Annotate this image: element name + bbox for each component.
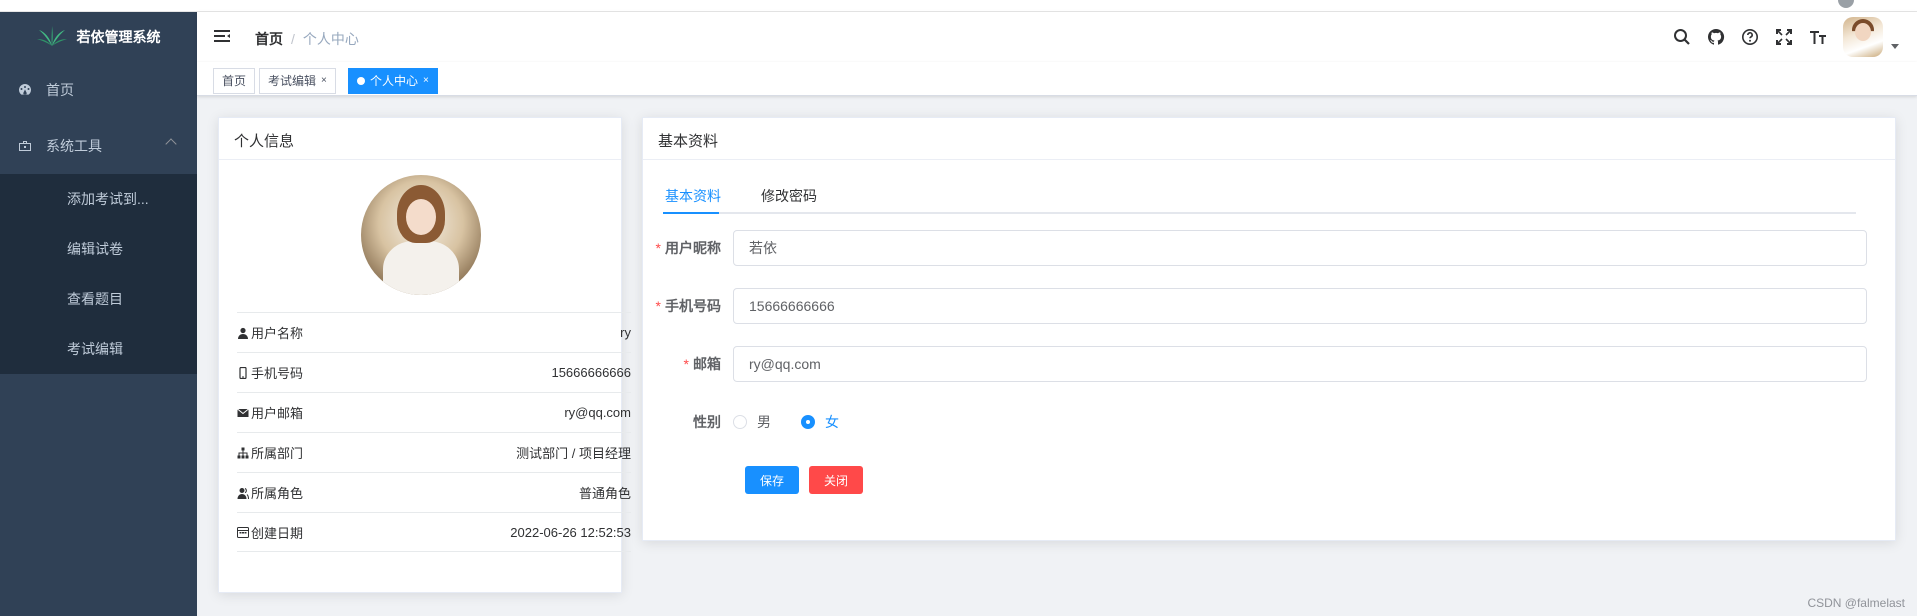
navbar: 首页 / 个人中心 [197,12,1917,62]
chevron-up-icon[interactable] [165,138,177,150]
email-label: * 邮箱 [683,356,721,372]
info-label: 创建日期 [251,525,304,541]
question-icon[interactable] [1733,12,1767,62]
tag-profile[interactable]: 个人中心 × [348,68,438,94]
profile-card: 个人信息 用户名称 ry 手机号码 15666666666 用户邮箱 ry@qq… [218,117,631,593]
form-actions: 保存 关闭 [643,462,873,498]
fullscreen-icon[interactable] [1767,12,1801,62]
radio-circle[interactable] [801,415,815,429]
form-row-email: * 邮箱 ry@qq.com [643,346,1867,382]
search-icon[interactable] [1665,12,1699,62]
email-input[interactable]: ry@qq.com [733,346,1867,382]
radio-label: 女 [825,414,839,430]
peoples-icon [237,487,249,499]
form-row-nickname: * 用户昵称 若依 [643,230,1867,266]
phone-input[interactable]: 15666666666 [733,288,1867,324]
submenu-item-edit-paper[interactable]: 编辑试卷 [0,224,197,274]
list-item: 用户名称 ry [237,312,631,352]
profile-info-list: 用户名称 ry 手机号码 15666666666 用户邮箱 ry@qq.com … [237,312,631,552]
radio-circle[interactable] [733,415,747,429]
phone-icon [239,366,247,379]
close-icon[interactable]: × [423,69,429,93]
date-icon [237,527,249,538]
navbar-right-menu [1665,12,1917,62]
radio-female[interactable]: 女 [801,412,839,432]
info-label: 手机号码 [251,366,304,381]
breadcrumb-separator: / [291,31,295,47]
save-button[interactable]: 保存 [745,466,800,494]
submenu-item-add-exam[interactable]: 添加考试到... [0,174,197,224]
tag-label: 考试编辑 [268,74,317,88]
app-title: 若依管理系统 [76,29,161,45]
info-label: 用户名称 [251,326,304,341]
form-row-phone: * 手机号码 15666666666 [643,288,1867,324]
font-size-icon[interactable] [1801,12,1835,62]
sidebar-item-home[interactable]: 首页 [0,62,197,118]
list-item: 手机号码 15666666666 [237,352,631,392]
caret-down-icon[interactable] [1891,43,1899,49]
info-value: ry [620,325,631,340]
tab-basic-info[interactable]: 基本资料 [665,186,721,206]
close-button[interactable]: 关闭 [809,466,864,494]
sidebar-item-system-tools[interactable]: 系统工具 [0,118,197,174]
info-value: 2022-06-26 12:52:53 [510,524,631,540]
dashboard-icon [18,83,32,97]
list-item: 所属部门 测试部门 / 项目经理 [237,432,631,472]
active-dot-icon [357,77,365,85]
close-icon[interactable]: × [321,69,327,93]
radio-label: 男 [757,414,771,430]
tag-exam-edit[interactable]: 考试编辑 × [259,68,336,94]
gender-label: 性别 [693,414,721,430]
radio-male[interactable]: 男 [733,412,771,432]
submenu-item-exam-edit[interactable]: 考试编辑 [0,324,197,374]
nickname-input[interactable]: 若依 [733,230,1867,266]
breadcrumb: 首页 / 个人中心 [255,29,359,49]
watermark: CSDN @falmelast [1807,596,1905,610]
sidebar-item-label: 系统工具 [46,138,102,154]
list-item: 所属角色 普通角色 [237,472,631,512]
list-item: 创建日期 2022-06-26 12:52:53 [237,512,631,552]
info-value: ry@qq.com [564,405,631,420]
tags-view: 首页 考试编辑 × 个人中心 × [197,62,1917,96]
hamburger-icon[interactable] [213,27,231,45]
info-label: 所属角色 [251,486,304,501]
browser-top-strip [0,0,1917,12]
app-logo[interactable]: 若依管理系统 [0,12,197,62]
profile-avatar[interactable] [361,175,481,295]
list-item: 用户邮箱 ry@qq.com [237,392,631,432]
form-row-gender: 性别 男 女 [643,404,869,440]
tab-active-bar [663,212,719,214]
browser-profile-icon [1838,0,1854,8]
tab-change-password[interactable]: 修改密码 [761,186,817,206]
tag-home[interactable]: 首页 [213,68,256,94]
info-value: 15666666666 [551,365,631,380]
sidebar-item-label: 首页 [46,82,74,98]
breadcrumb-home[interactable]: 首页 [255,29,283,49]
user-avatar[interactable] [1843,17,1883,57]
tree-icon [237,447,249,458]
github-icon[interactable] [1699,12,1733,62]
basic-info-card: 基本资料 基本资料 修改密码 * 用户昵称 若依 * 手机号码 1566666666… [642,117,1896,541]
submenu-item-view-questions[interactable]: 查看题目 [0,274,197,324]
breadcrumb-current: 个人中心 [302,31,359,47]
profile-card-header: 个人信息 [219,118,621,160]
user-icon [238,327,248,339]
submenu: 添加考试到... 编辑试卷 查看题目 考试编辑 [0,174,197,374]
basic-info-card-header: 基本资料 [643,118,1895,160]
tag-label: 首页 [222,74,247,88]
phone-label: * 手机号码 [655,298,721,314]
info-label: 所属部门 [251,446,304,461]
info-value: 测试部门 / 项目经理 [516,446,631,461]
tabs: 基本资料 修改密码 [663,184,1856,214]
nickname-label: * 用户昵称 [655,240,721,256]
toolbox-icon [18,139,32,153]
info-label: 用户邮箱 [251,406,304,421]
logo-icon [36,26,67,46]
info-value: 普通角色 [578,486,631,501]
mail-icon [237,408,249,417]
tag-label: 个人中心 [370,74,419,88]
sidebar: 若依管理系统 首页 系统工具 添加考试到... 编辑试卷 查看题目 考试编辑 [0,12,197,616]
